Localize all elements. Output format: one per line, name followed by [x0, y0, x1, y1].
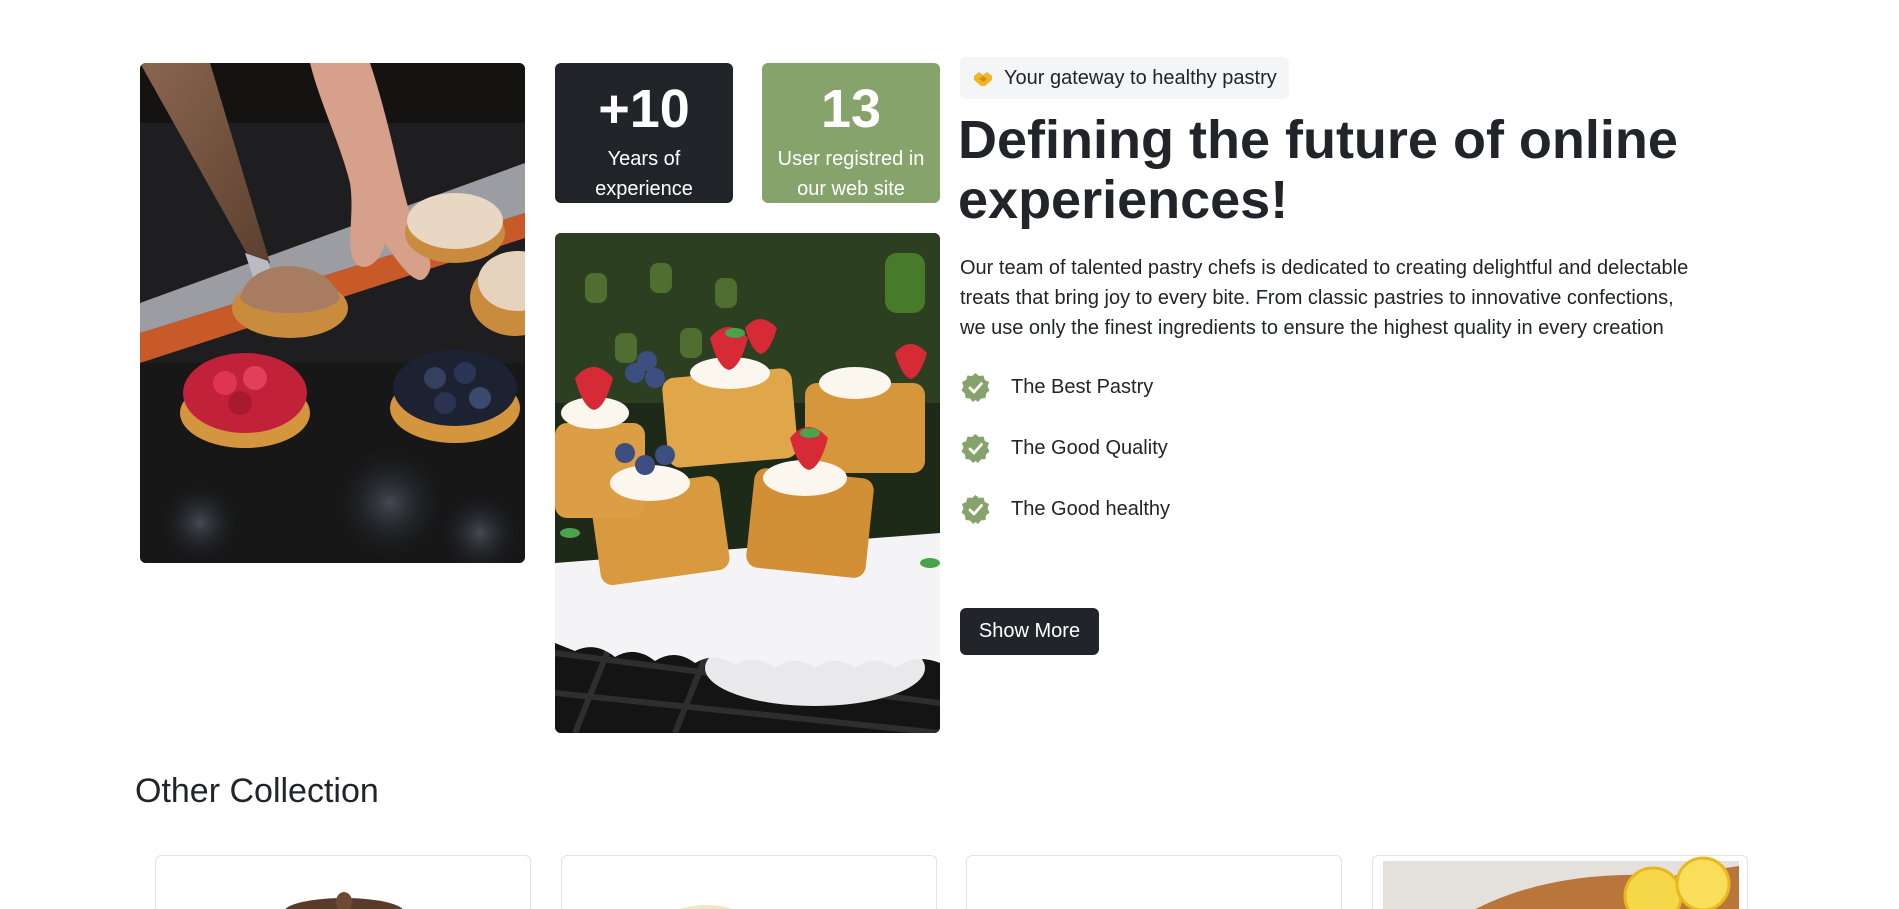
intro-line1: Our team of talented pastry chefs is ded…: [960, 257, 1689, 279]
experience-number: +10: [598, 79, 690, 139]
users-label-line2: our web site: [797, 178, 905, 200]
collection-card[interactable]: [561, 855, 937, 909]
feature-label: The Good Quality: [1011, 437, 1168, 459]
experience-stat-card: +10 Years of experience: [555, 63, 733, 203]
users-stat-card: 13 User registred in our web site: [762, 63, 940, 203]
collection-card[interactable]: [1372, 855, 1748, 909]
handshake-icon: [972, 67, 994, 89]
feature-list: The Best Pastry The Good Quality The Goo…: [960, 372, 1170, 555]
feature-item: The Best Pastry: [960, 372, 1170, 433]
pastry-chef-photo: [140, 63, 525, 563]
collection-card-image: [1383, 856, 1739, 909]
puff-pastry-photo: [555, 233, 940, 733]
users-number: 13: [820, 79, 882, 139]
tagline-badge: Your gateway to healthy pastry: [960, 57, 1289, 99]
experience-label-line1: Years of: [607, 148, 681, 170]
headline-line2: experiences!: [958, 170, 1289, 230]
experience-label-line2: experience: [595, 178, 693, 200]
check-badge-icon: [960, 372, 991, 403]
users-label-line1: User registred in: [777, 148, 925, 170]
intro-line3: we use only the finest ingredients to en…: [960, 317, 1664, 339]
feature-item: The Good healthy: [960, 494, 1170, 555]
intro-line2: treats that bring joy to every bite. Fro…: [960, 287, 1674, 309]
feature-label: The Good healthy: [1011, 498, 1170, 520]
feature-item: The Good Quality: [960, 433, 1170, 494]
tagline-text: Your gateway to healthy pastry: [1004, 66, 1277, 89]
check-badge-icon: [960, 494, 991, 525]
headline-line1: Defining the future of online: [958, 110, 1678, 170]
other-collection-title: Other Collection: [135, 772, 379, 810]
intro-paragraph: Our team of talented pastry chefs is ded…: [960, 253, 1760, 343]
show-more-button[interactable]: Show More: [960, 608, 1099, 655]
page-headline: Defining the future of online experience…: [958, 110, 1718, 230]
collection-card[interactable]: [155, 855, 531, 909]
collection-card-image: [679, 904, 734, 909]
collection-card[interactable]: [966, 855, 1342, 909]
feature-label: The Best Pastry: [1011, 376, 1154, 398]
collection-card-image: [285, 892, 403, 909]
check-badge-icon: [960, 433, 991, 464]
